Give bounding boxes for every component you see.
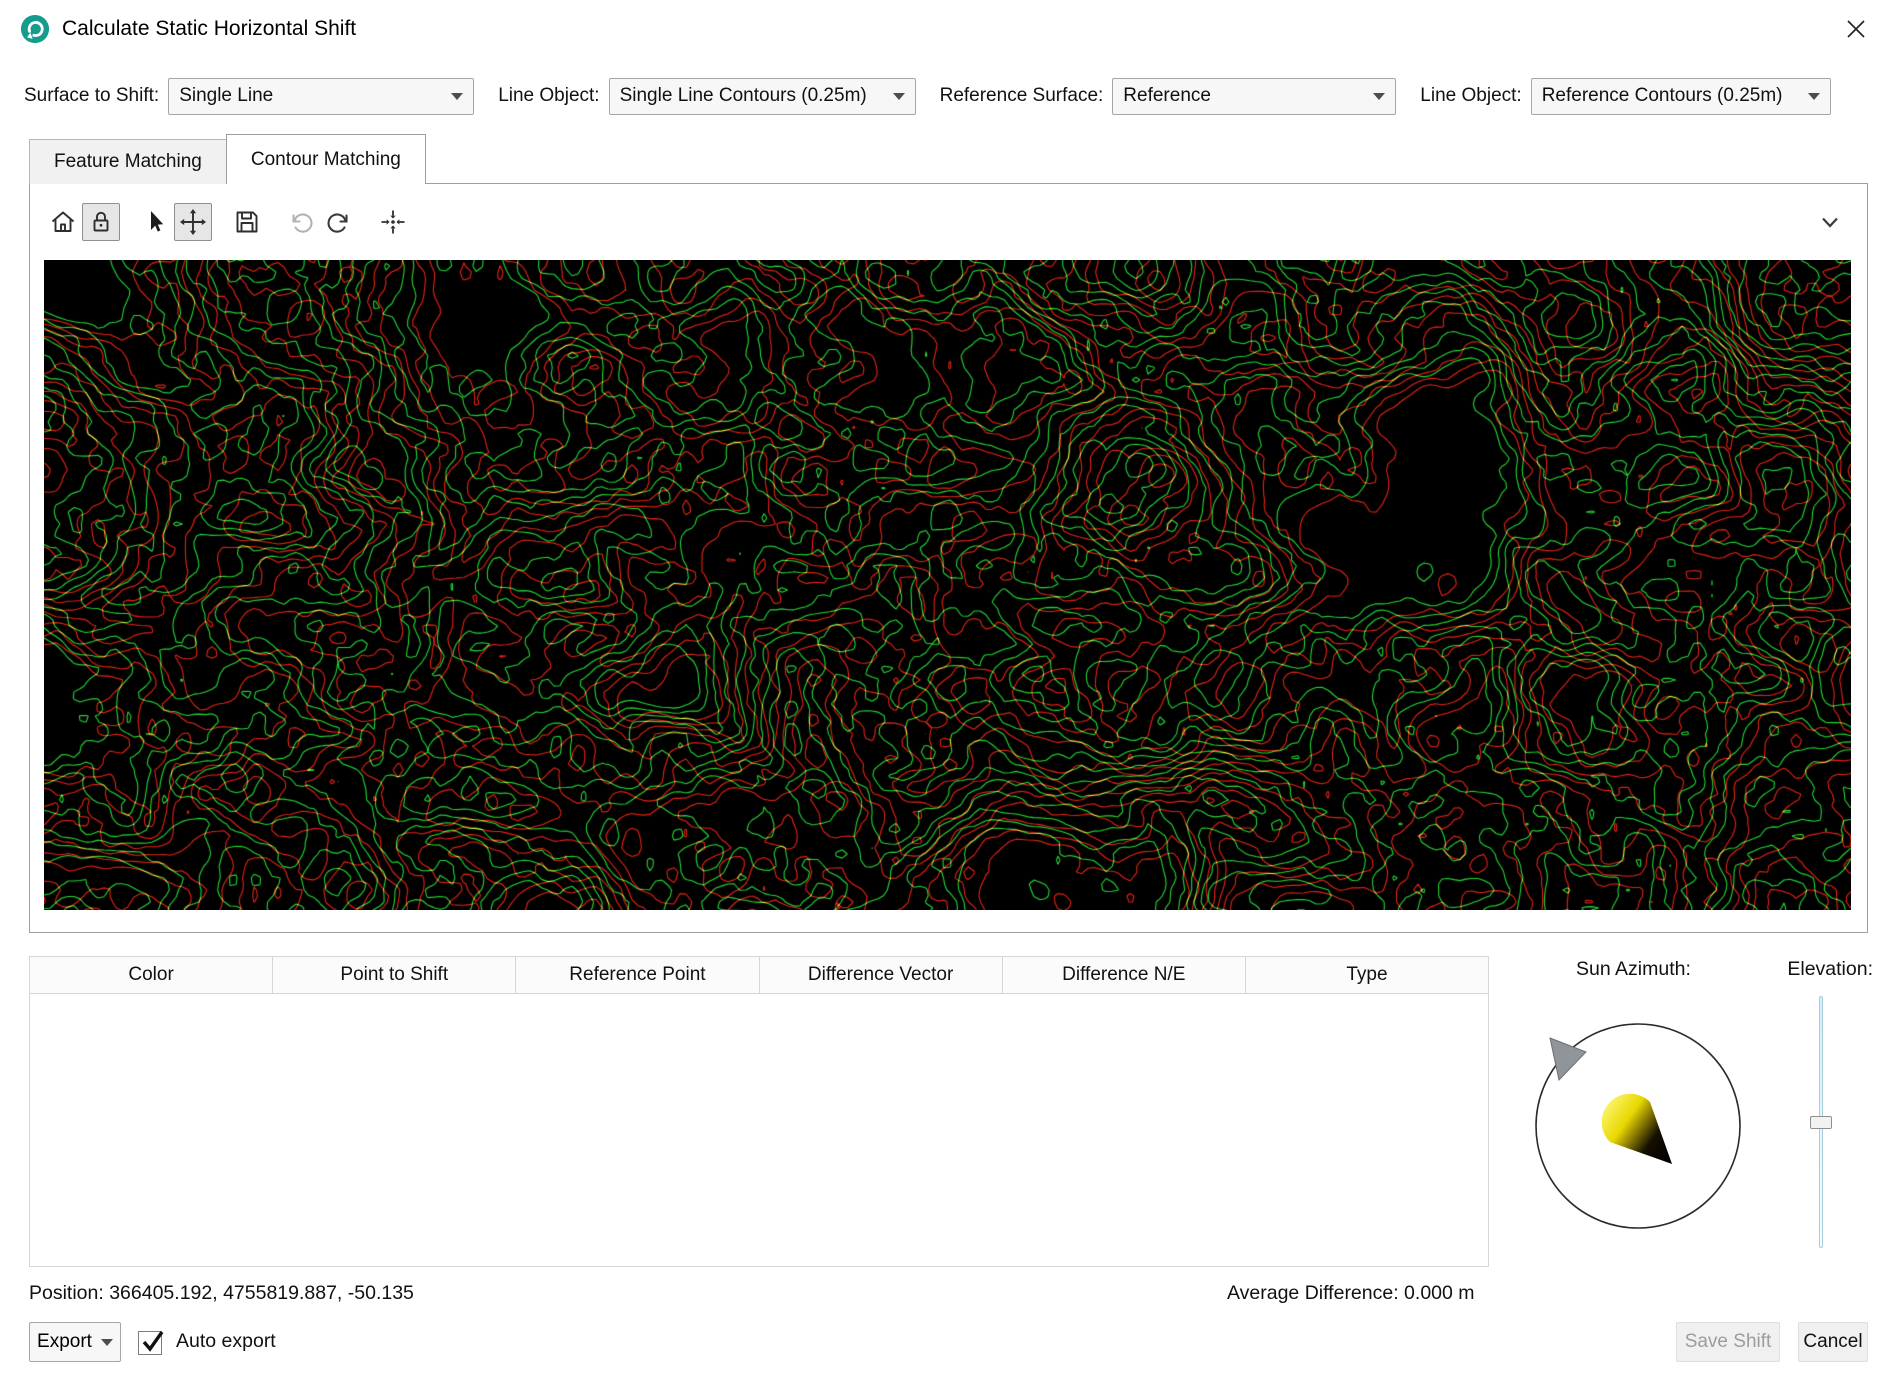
surface-to-shift-value: Single Line bbox=[179, 85, 273, 107]
converge-points-icon[interactable] bbox=[374, 203, 412, 241]
pan-move-icon[interactable] bbox=[174, 203, 212, 241]
line-object-reference-select[interactable]: Reference Contours (0.25m) bbox=[1531, 78, 1831, 115]
column-difference-ne[interactable]: Difference N/E bbox=[1002, 956, 1246, 994]
reference-surface-label: Reference Surface: bbox=[940, 85, 1104, 107]
column-type[interactable]: Type bbox=[1245, 956, 1489, 994]
line-object-shift-label: Line Object: bbox=[498, 85, 599, 107]
viewer-toolbar bbox=[30, 184, 1867, 260]
undo-icon[interactable] bbox=[282, 203, 320, 241]
chevron-down-icon bbox=[1373, 93, 1385, 100]
surface-to-shift-select[interactable]: Single Line bbox=[168, 78, 474, 115]
sun-azimuth-label: Sun Azimuth: bbox=[1576, 958, 1691, 981]
export-button-label: Export bbox=[37, 1331, 92, 1353]
save-icon[interactable] bbox=[228, 203, 266, 241]
select-cursor-icon[interactable] bbox=[136, 203, 174, 241]
line-object-shift-select[interactable]: Single Line Contours (0.25m) bbox=[609, 78, 916, 115]
position-readout: Position: 366405.192, 4755819.887, -50.1… bbox=[29, 1282, 414, 1305]
calculate-shift-dialog: Calculate Static Horizontal Shift Surfac… bbox=[0, 0, 1897, 1388]
column-reference-point[interactable]: Reference Point bbox=[515, 956, 759, 994]
redo-icon[interactable] bbox=[320, 203, 358, 241]
shift-points-table: Color Point to Shift Reference Point Dif… bbox=[29, 956, 1489, 1267]
elevation-slider bbox=[1810, 996, 1832, 1248]
close-icon bbox=[1845, 18, 1867, 40]
lock-icon[interactable] bbox=[82, 203, 120, 241]
column-difference-vector[interactable]: Difference Vector bbox=[759, 956, 1003, 994]
line-object-reference-value: Reference Contours (0.25m) bbox=[1542, 85, 1783, 107]
tab-contour-matching[interactable]: Contour Matching bbox=[226, 134, 426, 184]
average-difference-readout: Average Difference: 0.000 m bbox=[1227, 1282, 1475, 1305]
tab-feature-matching[interactable]: Feature Matching bbox=[29, 139, 227, 184]
elevation-label: Elevation: bbox=[1787, 958, 1873, 981]
cancel-button[interactable]: Cancel bbox=[1798, 1322, 1868, 1362]
column-point-to-shift[interactable]: Point to Shift bbox=[272, 956, 516, 994]
surface-to-shift-label: Surface to Shift: bbox=[24, 85, 159, 107]
elevation-slider-thumb[interactable] bbox=[1810, 1116, 1832, 1129]
chevron-down-icon bbox=[451, 93, 463, 100]
close-button[interactable] bbox=[1835, 8, 1877, 50]
matching-tabs: Feature Matching Contour Matching bbox=[29, 134, 426, 184]
reference-surface-value: Reference bbox=[1123, 85, 1211, 107]
app-logo-icon bbox=[20, 14, 50, 44]
line-object-reference-label: Line Object: bbox=[1420, 85, 1521, 107]
table-header: Color Point to Shift Reference Point Dif… bbox=[29, 956, 1489, 994]
export-button[interactable]: Export bbox=[29, 1322, 121, 1362]
dialog-title: Calculate Static Horizontal Shift bbox=[62, 17, 356, 41]
title-bar: Calculate Static Horizontal Shift bbox=[0, 0, 1897, 58]
chevron-down-icon bbox=[893, 93, 905, 100]
save-shift-button[interactable]: Save Shift bbox=[1676, 1322, 1780, 1362]
contour-matching-panel bbox=[29, 183, 1868, 933]
sun-azimuth-dial[interactable] bbox=[1526, 1014, 1750, 1238]
auto-export-label: Auto export bbox=[176, 1330, 276, 1353]
auto-export-checkbox[interactable] bbox=[138, 1331, 162, 1355]
reference-surface-select[interactable]: Reference bbox=[1112, 78, 1396, 115]
line-object-shift-value: Single Line Contours (0.25m) bbox=[620, 85, 867, 107]
table-body-empty bbox=[29, 993, 1489, 1267]
surface-controls: Surface to Shift: Single Line Line Objec… bbox=[24, 77, 1831, 115]
chevron-down-icon bbox=[1808, 93, 1820, 100]
contour-viewer[interactable] bbox=[44, 260, 1851, 910]
home-icon[interactable] bbox=[44, 203, 82, 241]
collapse-chevron-icon[interactable] bbox=[1807, 203, 1853, 241]
chevron-down-icon bbox=[101, 1339, 113, 1346]
check-icon bbox=[138, 1327, 168, 1357]
column-color[interactable]: Color bbox=[29, 956, 273, 994]
